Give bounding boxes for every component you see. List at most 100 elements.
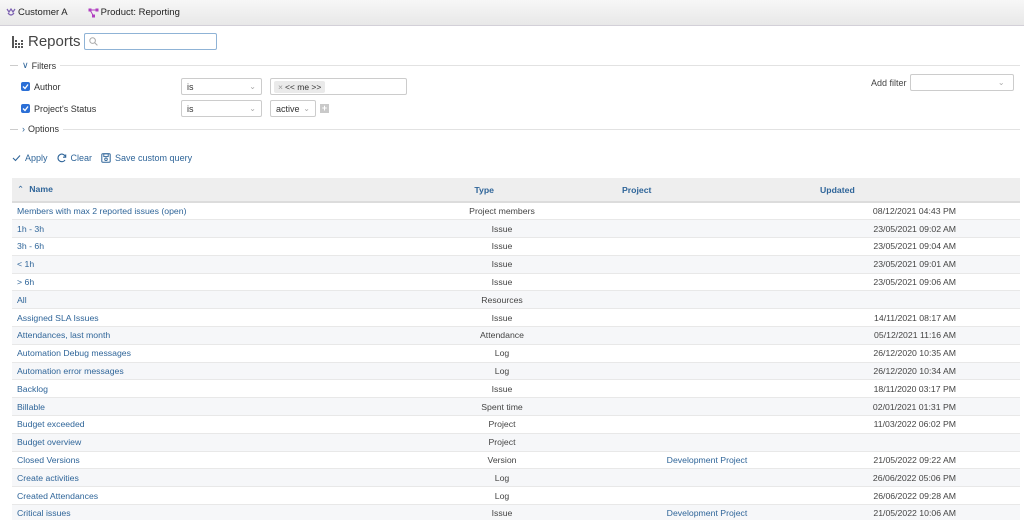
- report-name-link[interactable]: 3h - 6h: [17, 241, 44, 251]
- report-name-link[interactable]: All: [17, 295, 27, 305]
- reports-table: ⌃ Name Type Project Updated Members with …: [12, 178, 1020, 520]
- cell-type: Attendance: [382, 327, 622, 345]
- report-type: Issue: [491, 223, 513, 234]
- report-updated: 23/05/2021 09:04 AM: [873, 241, 956, 252]
- column-header-project[interactable]: Project: [622, 178, 792, 202]
- cell-name: Critical issues: [12, 505, 382, 520]
- chevron-down-icon: ⌄: [997, 78, 1005, 87]
- report-name-link[interactable]: < 1h: [17, 259, 34, 269]
- report-name-link[interactable]: > 6h: [17, 277, 34, 287]
- remove-tag-icon[interactable]: ×: [278, 82, 283, 92]
- filters-toggle[interactable]: Filters: [32, 61, 57, 71]
- report-project-link[interactable]: Development Project: [667, 508, 748, 518]
- filters-fieldset: ∨ Filters: [10, 60, 1020, 71]
- search-input[interactable]: [83, 33, 217, 50]
- author-operator-value: is: [187, 81, 194, 92]
- clear-button[interactable]: Clear: [56, 153, 92, 163]
- sort-ascending-icon: ⌃: [17, 184, 25, 194]
- filter-row-author: Author: [21, 78, 61, 95]
- product-icon: [88, 8, 99, 17]
- cell-name: Budget exceeded: [12, 416, 382, 434]
- report-project-link[interactable]: Development Project: [667, 455, 748, 465]
- cell-name: Create activities: [12, 469, 382, 487]
- table-row: Budget overview Project: [12, 433, 1020, 452]
- cell-name: > 6h: [12, 273, 382, 291]
- report-name-link[interactable]: Critical issues: [17, 508, 71, 518]
- reload-icon: [56, 153, 66, 163]
- table-row: 1h - 3h Issue 23/05/2021 09:02 AM: [12, 219, 1020, 238]
- report-name-link[interactable]: Budget exceeded: [17, 419, 85, 429]
- report-name-link[interactable]: Automation error messages: [17, 366, 124, 376]
- report-name-link[interactable]: Budget overview: [17, 437, 81, 447]
- check-icon: [12, 155, 21, 162]
- report-updated: 08/12/2021 04:43 PM: [872, 206, 956, 217]
- cell-project: [622, 327, 792, 345]
- report-name-link[interactable]: 1h - 3h: [17, 224, 44, 234]
- add-value-plus-icon[interactable]: +: [320, 104, 329, 113]
- column-project-label: Project: [622, 184, 652, 195]
- report-name-link[interactable]: Members with max 2 reported issues (open…: [17, 206, 186, 216]
- cell-project: [622, 344, 792, 362]
- add-filter-label: Add filter: [871, 77, 907, 88]
- cell-project: [622, 416, 792, 434]
- add-filter-select[interactable]: ⌄: [909, 74, 1014, 91]
- report-type: Attendance: [480, 330, 524, 341]
- chevron-right-icon[interactable]: ›: [22, 124, 25, 134]
- project-status-operator-select[interactable]: is ⌄: [181, 100, 262, 117]
- project-status-checkbox[interactable]: [21, 104, 30, 113]
- report-name-link[interactable]: Assigned SLA Issues: [17, 313, 99, 323]
- report-type: Issue: [491, 259, 513, 270]
- report-updated: 14/11/2021 08:17 AM: [874, 312, 956, 323]
- report-type: Resources: [481, 294, 523, 305]
- column-header-name[interactable]: ⌃ Name: [12, 178, 382, 202]
- table-row: Assigned SLA Issues Issue 14/11/2021 08:17…: [12, 309, 1020, 327]
- author-checkbox[interactable]: [21, 82, 30, 91]
- save-icon: [101, 153, 111, 163]
- customer-link[interactable]: Customer A: [6, 7, 68, 18]
- report-name-link[interactable]: Closed Versions: [17, 455, 80, 465]
- cell-type: Issue: [382, 273, 622, 291]
- report-type: Project: [488, 437, 516, 448]
- cell-updated: 05/12/2021 11:16 AM: [792, 327, 1020, 345]
- report-name-link[interactable]: Created Attendances: [17, 491, 98, 501]
- project-status-value: active: [276, 103, 300, 114]
- report-updated: 26/06/2022 05:06 PM: [872, 472, 956, 483]
- product-link[interactable]: Product: Reporting: [88, 7, 180, 18]
- column-header-updated[interactable]: Updated: [792, 178, 1020, 202]
- table-row: Created Attendances Log 26/06/2022 09:28 A…: [12, 487, 1020, 505]
- cell-name: 3h - 6h: [12, 238, 382, 256]
- add-filter: Add filter ⌄: [871, 74, 1014, 91]
- chevron-down-icon[interactable]: ∨: [22, 60, 29, 71]
- author-value-tag: × << me >>: [274, 80, 326, 93]
- report-name-link[interactable]: Attendances, last month: [17, 330, 110, 340]
- report-name-link[interactable]: Create activities: [17, 473, 79, 483]
- table-row: Create activities Log 26/06/2022 05:06 PM: [12, 468, 1020, 487]
- report-name-link[interactable]: Backlog: [17, 384, 48, 394]
- cell-project: [622, 273, 792, 291]
- report-updated: 26/12/2020 10:34 AM: [873, 366, 956, 377]
- check-icon: [22, 106, 29, 112]
- save-query-button[interactable]: Save custom query: [101, 153, 192, 163]
- cell-updated: 23/05/2021 09:06 AM: [792, 273, 1020, 291]
- project-status-value-select[interactable]: active ⌄: [270, 100, 316, 117]
- options-toggle[interactable]: Options: [28, 124, 59, 134]
- apply-button[interactable]: Apply: [12, 153, 48, 163]
- project-status-operator-value: is: [187, 103, 194, 114]
- table-row: Automation Debug messages Log 26/12/2020 1…: [12, 344, 1020, 363]
- cell-type: Log: [382, 487, 622, 505]
- cell-name: Assigned SLA Issues: [12, 309, 382, 327]
- table-header-row: ⌃ Name Type Project Updated: [12, 178, 1020, 202]
- column-header-type[interactable]: Type: [382, 178, 622, 202]
- cell-project: [622, 433, 792, 451]
- report-type: Issue: [491, 508, 513, 519]
- reports-icon: [12, 35, 23, 48]
- cell-project: [622, 398, 792, 416]
- customer-label: Customer A: [18, 7, 68, 18]
- cell-type: Issue: [382, 255, 622, 273]
- cell-updated: 26/06/2022 09:28 AM: [792, 487, 1020, 505]
- author-operator-select[interactable]: is ⌄: [181, 78, 262, 95]
- cell-type: Version: [382, 451, 622, 469]
- report-name-link[interactable]: Automation Debug messages: [17, 348, 131, 358]
- author-value-input[interactable]: × << me >>: [270, 78, 407, 95]
- report-name-link[interactable]: Billable: [17, 402, 45, 412]
